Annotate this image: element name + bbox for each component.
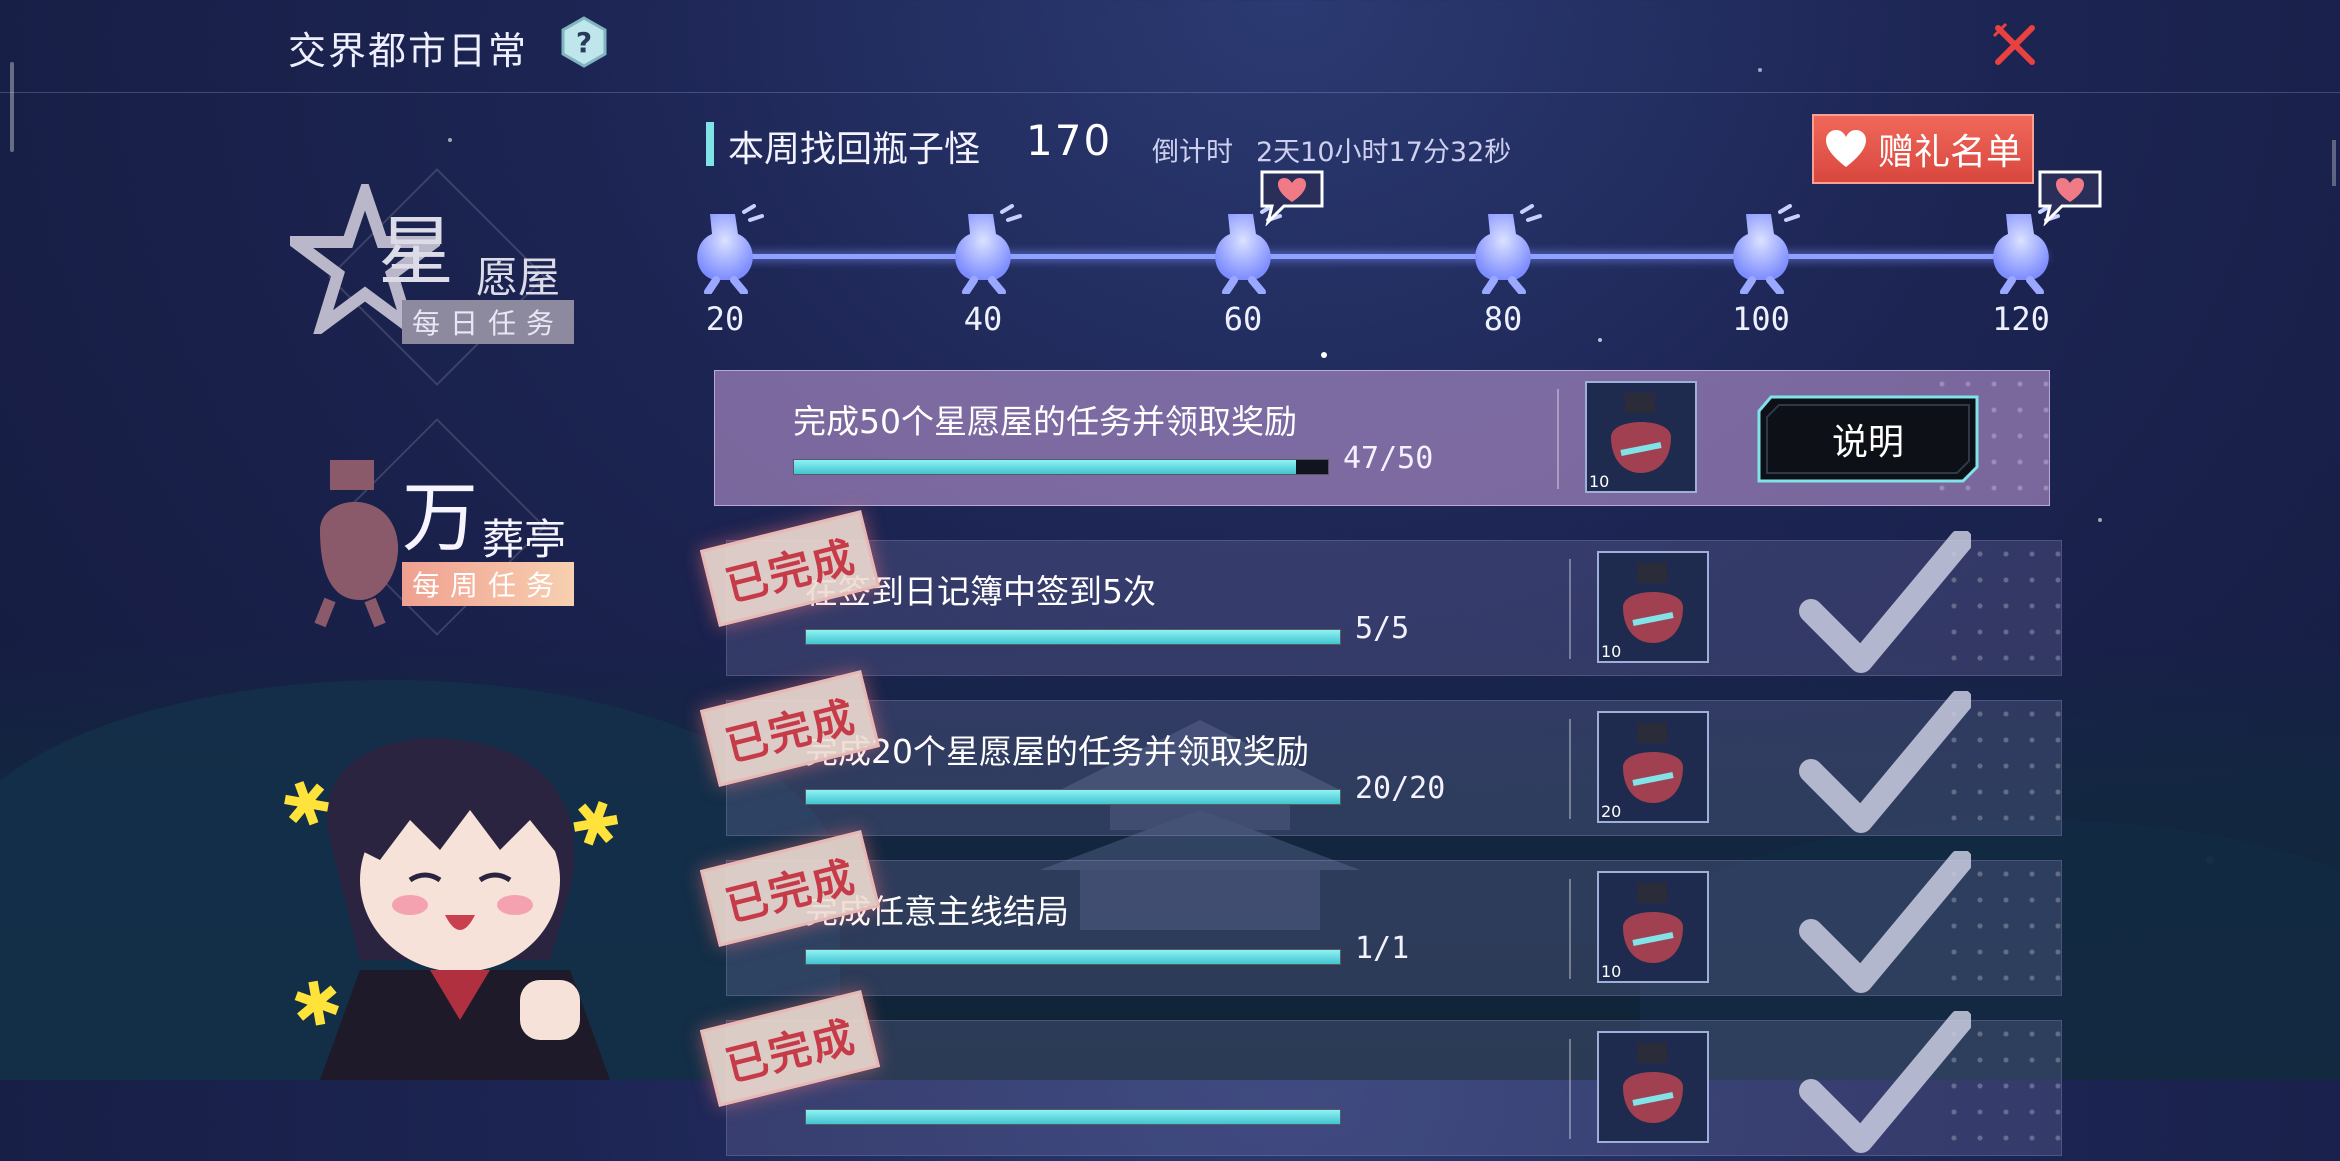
task-progress-text: 1/1: [1355, 931, 1410, 966]
heart-bubble-icon: [2032, 166, 2106, 226]
reward-quantity: 20: [1601, 802, 1622, 821]
svg-text:?: ?: [576, 26, 592, 59]
task-row: 完成任意主线结局 1/1 10 已完成: [699, 830, 2062, 996]
accent-bar: [706, 122, 714, 166]
task-progress-bar: [805, 789, 1341, 805]
nav-item-daily[interactable]: 星 愿屋 每日任务: [290, 168, 630, 400]
milestone-track: [706, 254, 2046, 259]
reward-item[interactable]: 20: [1597, 711, 1709, 823]
milestone-3[interactable]: 80: [1448, 204, 1558, 338]
divider: [1569, 879, 1571, 979]
reward-item[interactable]: 10: [1597, 551, 1709, 663]
milestone-value: 80: [1483, 300, 1523, 338]
close-icon[interactable]: [1990, 20, 2040, 70]
help-icon[interactable]: ?: [560, 16, 608, 68]
weekly-count: 170: [1026, 116, 1113, 165]
reward-item[interactable]: [1597, 1031, 1709, 1143]
task-progress-text: 20/20: [1355, 771, 1446, 806]
task-progress-fill: [806, 790, 1340, 804]
check-icon: [1799, 851, 1971, 993]
top-bar: 交界都市日常 ?: [0, 0, 2340, 152]
heart-icon: [1825, 130, 1866, 167]
scroll-indicator-right: [2332, 140, 2336, 186]
task-row: 完成20个星愿屋的任务并领取奖励 20/20 20 已完成: [699, 670, 2062, 836]
task-progress-bar: [805, 629, 1341, 645]
weekly-label: 本周找回瓶子怪: [728, 129, 981, 170]
bottle-monster-icon: [955, 204, 1022, 294]
nav-item-weekly[interactable]: 万 葬亭 每周任务: [290, 418, 630, 650]
nav-weekly-big: 万: [402, 473, 478, 562]
milestone-value: 100: [1732, 300, 1790, 338]
reward-item[interactable]: 10: [1597, 871, 1709, 983]
task-progress-fill: [806, 950, 1340, 964]
nav-daily-big: 星: [378, 207, 454, 296]
countdown-value: 2天10小时17分32秒: [1256, 137, 1512, 168]
nav-daily-small: 愿屋: [476, 253, 561, 302]
nav-daily-tag: 每日任务: [402, 300, 575, 344]
task-row: 完成50个星愿屋的任务并领取奖励 47/50 10 说明: [714, 370, 2050, 506]
gift-list-label: 赠礼名单: [1877, 132, 2022, 173]
countdown-label: 倒计时: [1152, 137, 1233, 168]
check-icon: [1799, 1011, 1971, 1153]
task-progress-fill: [806, 1110, 1340, 1124]
task-row: 已完成: [699, 990, 2062, 1156]
heart-bubble-icon: [1254, 166, 1328, 226]
divider: [1569, 559, 1571, 659]
task-progress-text: 5/5: [1355, 611, 1410, 646]
task-progress-text: 47/50: [1343, 441, 1434, 476]
divider: [1569, 719, 1571, 819]
divider: [1557, 389, 1559, 489]
bottle-monster-icon: [697, 204, 764, 294]
task-progress-bar: [805, 1109, 1341, 1125]
milestone-value: 60: [1223, 300, 1263, 338]
milestone-value: 20: [705, 300, 745, 338]
milestone-0[interactable]: 20: [670, 204, 780, 338]
milestone-value: 120: [1992, 300, 2050, 338]
scroll-indicator: [10, 62, 14, 152]
bottle-monster-icon: [1475, 204, 1542, 294]
check-icon: [1799, 691, 1971, 833]
explain-button[interactable]: 说明: [1757, 395, 1979, 483]
milestone-value: 40: [963, 300, 1003, 338]
task-progress-fill: [806, 630, 1340, 644]
task-description: 完成50个星愿屋的任务并领取奖励: [793, 402, 1297, 441]
reward-quantity: 10: [1601, 962, 1622, 981]
check-icon: [1799, 531, 1971, 673]
bottle-reward-icon: [1599, 1033, 1707, 1141]
milestone-2[interactable]: 60: [1188, 170, 1324, 338]
task-description: 完成20个星愿屋的任务并领取奖励: [805, 732, 1309, 771]
milestone-4[interactable]: 100: [1706, 204, 1816, 338]
reward-quantity: 10: [1589, 472, 1610, 491]
task-progress-fill: [794, 460, 1296, 474]
bottle-monster-icon: [1733, 204, 1800, 294]
explain-label: 说明: [1831, 422, 1904, 463]
milestone-5[interactable]: 120: [1966, 170, 2102, 338]
reward-quantity: 10: [1601, 642, 1622, 661]
divider: [1569, 1039, 1571, 1139]
nav-weekly-small: 葬亭: [482, 515, 567, 564]
task-progress-bar: [805, 949, 1341, 965]
milestone-1[interactable]: 40: [928, 204, 1038, 338]
nav-weekly-tag: 每周任务: [402, 562, 575, 606]
page-title: 交界都市日常: [288, 29, 529, 73]
gift-list-button[interactable]: 赠礼名单: [1812, 114, 2034, 184]
reward-item[interactable]: 10: [1585, 381, 1697, 493]
task-progress-bar: [793, 459, 1329, 475]
task-row: 在签到日记簿中签到5次 5/5 10 已完成: [699, 510, 2062, 676]
